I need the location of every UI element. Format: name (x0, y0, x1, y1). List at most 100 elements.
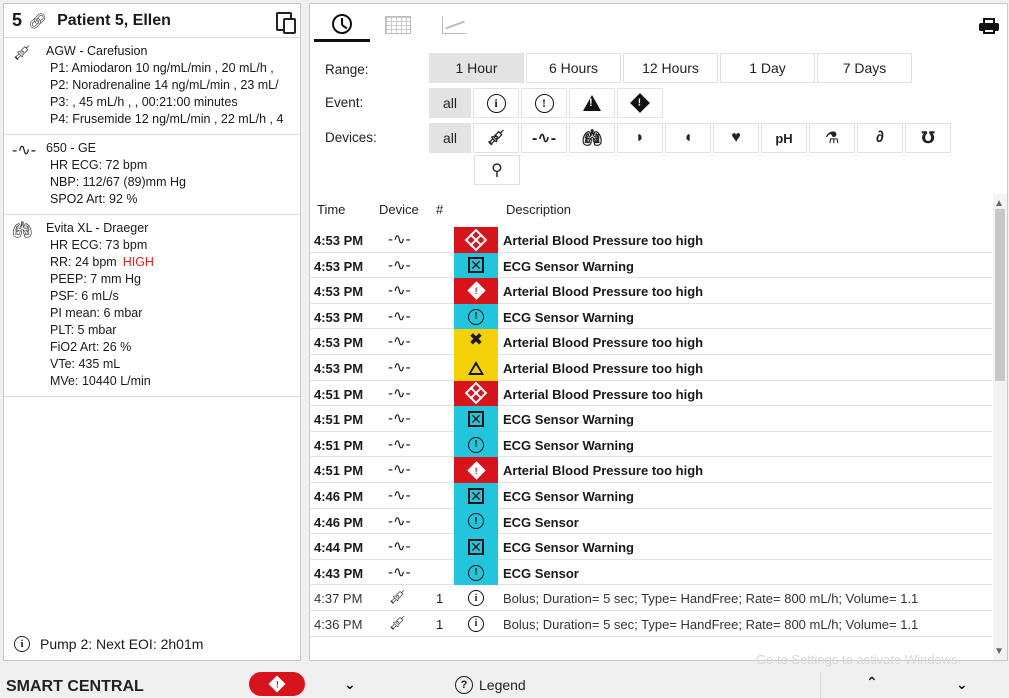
ecg-icon: -∿- (388, 256, 411, 274)
col-description[interactable]: Description (506, 202, 571, 217)
ecg-icon: -∿- (388, 282, 411, 300)
event-filter-alarm[interactable]: ! (617, 88, 663, 118)
event-filter-info[interactable]: i (473, 88, 519, 118)
alarm-diamond-icon: ! (454, 457, 498, 483)
event-row[interactable]: 4:53 PM -∿- ✕ ECG Sensor Warning (310, 252, 992, 279)
chevron-down-icon[interactable]: ⌄ (956, 676, 968, 693)
event-row[interactable]: 4:36 PM 💉︎ 1 i Bolus; Duration= 5 sec; Type=… (310, 611, 992, 637)
event-row[interactable]: 4:46 PM -∿-! ECG Sensor (310, 508, 992, 535)
range-option[interactable]: 12 Hours (623, 53, 718, 83)
event-row[interactable]: 4:51 PM -∿-! Arterial Blood Pressure too h… (310, 457, 992, 483)
device-filter-pump[interactable]: ◗ (617, 123, 663, 153)
event-filter-warning[interactable] (569, 88, 615, 118)
patient-name: Patient 5, Ellen (57, 11, 171, 29)
device-filter-syringe[interactable]: 💉︎ (473, 123, 519, 153)
event-row[interactable]: 4:37 PM 💉︎ 1 i Bolus; Duration= 5 sec; Type=… (310, 585, 992, 611)
col-time[interactable]: Time (317, 202, 345, 217)
event-time: 4:51 PM (314, 463, 364, 479)
tab-trend[interactable] (426, 8, 482, 42)
event-row[interactable]: 4:53 PM -∿- Arterial Blood Pressure too hi… (310, 354, 992, 381)
exclamation-circle-icon: ! (454, 508, 498, 535)
device-section[interactable]: 🫁︎ Evita XL - Draeger HR ECG: 73 bpm RR: 24… (4, 215, 300, 397)
chevron-up-icon[interactable]: ⌃ (866, 674, 878, 691)
device-filter-lab[interactable]: ⚗︎ (809, 123, 855, 153)
device-parameter: P3: , 45 mL/h , , 00:21:00 minutes (4, 94, 300, 111)
event-filter: all i ! ! (429, 88, 665, 118)
device-section[interactable]: -∿- 650 - GE HR ECG: 72 bpm NBP: 112/67 (89… (4, 135, 300, 215)
device-filter-person[interactable]: ⚲ (474, 155, 520, 185)
parameter-text: P3: , 45 mL/h , , 00:21:00 minutes (50, 95, 238, 109)
help-icon: ? (455, 676, 473, 694)
person-icon: ⚲ (491, 162, 503, 179)
event-row[interactable]: 4:44 PM -∿- ✕ ECG Sensor Warning (310, 534, 992, 560)
event-row[interactable]: 4:53 PM -∿- Arterial Blood Pressure too hi… (310, 227, 992, 253)
event-description: Arterial Blood Pressure too high (503, 463, 704, 479)
sensor-off-icon: ✕ (454, 406, 498, 432)
event-row[interactable]: 4:43 PM -∿-! ECG Sensor (310, 559, 992, 586)
event-row[interactable]: 4:51 PM -∿- Arterial Blood Pressure too hi… (310, 380, 992, 407)
device-filter-row2: ⚲ (474, 155, 522, 185)
event-row[interactable]: 4:53 PM -∿- ✖ Arterial Blood Pressure too h… (310, 329, 992, 355)
device-filter-all[interactable]: all (429, 123, 471, 153)
active-alarm-button[interactable]: ! (249, 672, 305, 696)
scroll-down-icon[interactable]: ▼ (994, 646, 1004, 657)
app-brand: SMART CENTRAL (6, 678, 144, 695)
tab-events[interactable] (314, 8, 370, 42)
device-filter-ph[interactable]: pH (761, 123, 807, 153)
device-filter-stethoscope[interactable]: ℧ (905, 123, 951, 153)
col-device[interactable]: Device (379, 202, 419, 217)
device-parameter: SPO2 Art: 92 % (4, 191, 300, 208)
event-time: 4:37 PM (314, 591, 363, 607)
event-row[interactable]: 4:51 PM -∿-! ECG Sensor Warning (310, 431, 992, 458)
silenced-alarm-icon: ✖ (454, 329, 498, 355)
event-row[interactable]: 4:51 PM -∿- ✕ ECG Sensor Warning (310, 406, 992, 432)
patient-header: 5 🔗︎ Patient 5, Ellen (4, 4, 300, 38)
ecg-icon: -∿- (12, 142, 37, 159)
range-option[interactable]: 6 Hours (526, 53, 621, 83)
device-filter-kidney[interactable]: ◖ (665, 123, 711, 153)
parameter-text: PLT: 5 mbar (50, 323, 117, 337)
range-option[interactable]: 1 Day (720, 53, 815, 83)
events-table-header: Time Device # Description (310, 202, 990, 222)
event-filter-all[interactable]: all (429, 88, 471, 118)
device-filter-heart[interactable]: ♥ (713, 123, 759, 153)
windows-watermark: Go to Settings to activate Windows. (756, 652, 962, 667)
event-channel: 1 (436, 591, 444, 607)
print-button[interactable] (979, 18, 999, 34)
event-time: 4:51 PM (314, 437, 364, 453)
range-option[interactable]: 1 Hour (429, 53, 524, 83)
bottom-bar: SMART CENTRAL ! ⌄ ? Legend ⌃ ⌄ (0, 672, 1009, 698)
devices-view-icon[interactable] (276, 12, 296, 34)
event-description: ECG Sensor Warning (503, 540, 634, 556)
event-channel: 1 (436, 616, 444, 632)
scroll-up-icon[interactable]: ▲ (994, 198, 1004, 209)
link-icon[interactable]: 🔗︎ (28, 12, 47, 30)
device-filter-lungs[interactable]: 🫁︎ (569, 123, 615, 153)
event-row[interactable]: 4:53 PM -∿-! ECG Sensor Warning (310, 303, 992, 330)
tab-grid[interactable] (370, 8, 426, 42)
high-flag: HIGH (122, 255, 154, 269)
parameter-text: NBP: 112/67 (89)mm Hg (50, 175, 186, 189)
events-table: 4:53 PM -∿- Arterial Blood Pressure too hi… (310, 227, 992, 655)
ph-icon: pH (775, 130, 793, 146)
col-number[interactable]: # (436, 202, 443, 217)
device-filter-ecg[interactable]: -∿- (521, 123, 567, 153)
chevron-down-icon[interactable]: ⌄ (344, 676, 356, 693)
event-row[interactable]: 4:46 PM -∿- ✕ ECG Sensor Warning (310, 482, 992, 509)
view-tabs (314, 8, 482, 42)
legend-button[interactable]: ? Legend (455, 676, 526, 694)
event-row[interactable]: 4:53 PM -∿-! Arterial Blood Pressure too h… (310, 278, 992, 304)
device-filter-tube[interactable]: ∂ (857, 123, 903, 153)
device-parameter: PI mean: 6 mbar (4, 305, 300, 322)
device-parameter: P4: Frusemide 12 ng/mL/min , 22 mL/h , 4 (4, 111, 300, 128)
range-option[interactable]: 7 Days (817, 53, 912, 83)
events-panel: Range: 1 Hour 6 Hours 12 Hours 1 Day 7 Days … (309, 3, 1008, 661)
parameter-text: PEEP: 7 mm Hg (50, 272, 141, 286)
scroll-thumb[interactable] (995, 209, 1005, 381)
event-time: 4:46 PM (314, 488, 364, 504)
event-filter-notice[interactable]: ! (521, 88, 567, 118)
parameter-text: P4: Frusemide 12 ng/mL/min , 22 mL/h , 4 (50, 112, 284, 126)
device-section[interactable]: 💉︎ AGW - Carefusion P1: Amiodaron 10 ng/mL… (4, 38, 300, 135)
alarm-diamond-icon: ! (454, 278, 498, 304)
range-label: Range: (325, 62, 369, 77)
